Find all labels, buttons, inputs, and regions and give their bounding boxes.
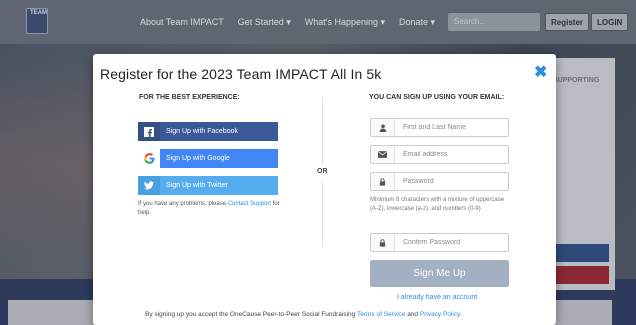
google-signup-button[interactable]: Sign Up with Google bbox=[138, 149, 278, 168]
close-icon[interactable]: ✖ bbox=[534, 62, 547, 82]
background-nav-links: About Team IMPACT Get Started ▾ What's H… bbox=[140, 17, 435, 28]
background-blue-button bbox=[553, 244, 609, 262]
vertical-divider-bottom bbox=[322, 182, 323, 246]
background-search-input: Search... bbox=[448, 13, 540, 31]
vertical-divider-top bbox=[322, 98, 323, 164]
terms-prefix: By signing up you accept the OneCause Pe… bbox=[145, 311, 357, 318]
password-field bbox=[370, 172, 509, 191]
nav-donate: Donate ▾ bbox=[399, 17, 436, 27]
logo-text: TEAM bbox=[30, 10, 47, 16]
password-hint: Minimum 8 characters with a mixture of u… bbox=[370, 197, 505, 212]
password-input[interactable] bbox=[395, 173, 508, 190]
name-input[interactable] bbox=[395, 119, 508, 136]
envelope-icon bbox=[371, 146, 395, 163]
google-icon bbox=[138, 149, 160, 168]
already-have-account-link[interactable]: I already have an account bbox=[397, 294, 477, 301]
twitter-signup-button[interactable]: Sign Up with Twitter bbox=[138, 176, 278, 195]
lock-icon bbox=[371, 173, 395, 190]
help-text: If you have any problems, please Contact… bbox=[138, 200, 280, 218]
lock-icon bbox=[371, 234, 395, 251]
nav-whats-happening: What's Happening ▾ bbox=[304, 17, 386, 27]
email-input[interactable] bbox=[395, 146, 508, 163]
terms-and: and bbox=[405, 311, 420, 318]
best-experience-heading: FOR THE BEST EXPERIENCE: bbox=[139, 94, 240, 101]
terms-of-service-link[interactable]: Terms of Service bbox=[357, 311, 405, 318]
twitter-signup-label: Sign Up with Twitter bbox=[166, 182, 228, 189]
facebook-signup-label: Sign Up with Facebook bbox=[166, 128, 238, 135]
contact-support-link[interactable]: Contact Support bbox=[228, 201, 271, 207]
google-signup-label: Sign Up with Google bbox=[166, 155, 230, 162]
email-field bbox=[370, 145, 509, 164]
confirm-password-input[interactable] bbox=[395, 234, 508, 251]
background-red-button bbox=[553, 266, 609, 284]
nav-about: About Team IMPACT bbox=[140, 17, 224, 27]
or-label: OR bbox=[317, 168, 328, 175]
twitter-icon bbox=[138, 176, 160, 195]
name-field bbox=[370, 118, 509, 137]
nav-get-started: Get Started ▾ bbox=[237, 17, 291, 27]
background-side-card-title: SUPPORTING bbox=[553, 77, 600, 84]
terms-text: By signing up you accept the OneCause Pe… bbox=[145, 311, 460, 318]
facebook-icon bbox=[138, 122, 160, 141]
facebook-signup-button[interactable]: Sign Up with Facebook bbox=[138, 122, 278, 141]
user-icon bbox=[371, 119, 395, 136]
confirm-password-field bbox=[370, 233, 509, 252]
modal-title: Register for the 2023 Team IMPACT All In… bbox=[100, 66, 382, 82]
help-prefix: If you have any problems, please bbox=[138, 201, 228, 207]
register-modal: Register for the 2023 Team IMPACT All In… bbox=[93, 54, 556, 325]
email-signup-heading: YOU CAN SIGN UP USING YOUR EMAIL: bbox=[369, 94, 505, 101]
privacy-policy-link[interactable]: Privacy Policy bbox=[420, 311, 460, 318]
background-register-button: Register bbox=[545, 13, 590, 31]
sign-me-up-button[interactable]: Sign Me Up bbox=[370, 260, 509, 287]
background-login-button: LOGIN bbox=[591, 13, 629, 31]
